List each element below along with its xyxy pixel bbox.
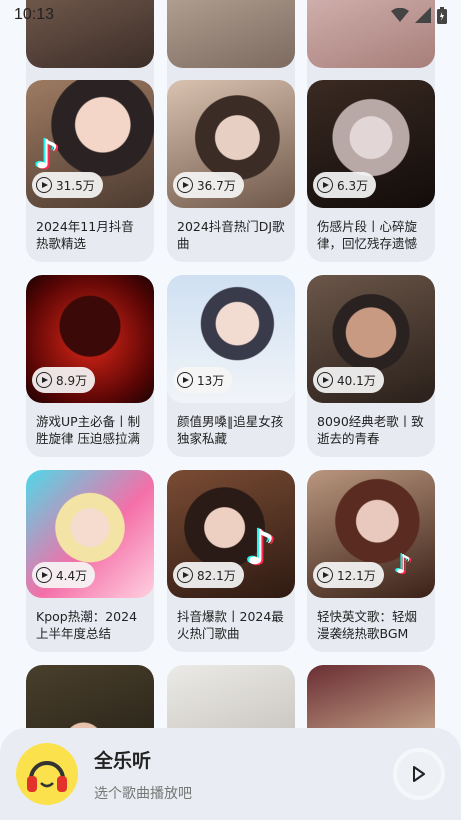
app-name: 全乐听: [94, 749, 152, 772]
playlist-card[interactable]: 4.4万 Kpop热潮：2024上半年度总结: [26, 470, 154, 652]
playlist-cover: 4.4万: [26, 470, 154, 598]
playlist-title: Kpop热潮：2024上半年度总结: [36, 609, 138, 641]
play-count-badge: 12.1万: [313, 562, 384, 588]
playlist-cover: ♪ 31.5万: [26, 80, 154, 208]
play-count: 36.7万: [197, 178, 236, 193]
playlist-title: 抖音爆款丨2024最火热门歌曲: [177, 609, 284, 641]
play-count-badge: 31.5万: [32, 172, 103, 198]
playlist-cover: 40.1万: [307, 275, 435, 403]
tiktok-logo-icon: ♪: [395, 550, 412, 580]
playlist-card[interactable]: 40.1万 8090经典老歌丨致逝去的青春: [307, 275, 435, 457]
play-icon: [317, 567, 333, 583]
play-icon: [317, 372, 333, 388]
play-icon: [36, 567, 52, 583]
play-count: 31.5万: [56, 178, 95, 193]
playlist-cover: ♪ 82.1万: [167, 470, 295, 598]
play-count: 4.4万: [56, 568, 88, 583]
status-time: 10:13: [14, 6, 55, 23]
play-count: 8.9万: [56, 373, 88, 388]
play-icon: [36, 372, 52, 388]
playlist-title: 2024年11月抖音热歌精选: [36, 219, 134, 251]
playlist-cover: 36.7万: [167, 80, 295, 208]
play-count: 13万: [197, 373, 225, 388]
playlist-cover: 6.3万: [307, 80, 435, 208]
play-count-badge: 82.1万: [173, 562, 244, 588]
wifi-icon: [391, 8, 409, 22]
play-icon: [413, 766, 425, 782]
playlist-card[interactable]: 6.3万 伤感片段丨心碎旋律，回忆残存遗憾: [307, 80, 435, 262]
playlist-cover: 8.9万: [26, 275, 154, 403]
play-icon: [177, 372, 193, 388]
mini-player[interactable]: 全乐听 选个歌曲播放吧: [0, 728, 461, 820]
playlist-cover: ♪ 12.1万: [307, 470, 435, 598]
play-count: 12.1万: [337, 568, 376, 583]
play-icon: [177, 177, 193, 193]
playlist-title: 2024抖音热门DJ歌曲: [177, 219, 285, 251]
playlist-title: 伤感片段丨心碎旋律，回忆残存遗憾: [317, 219, 418, 251]
play-count-badge: 4.4万: [32, 562, 96, 588]
playlist-title: 轻快英文歌：轻烟漫袭绕热歌BGM: [317, 609, 418, 641]
playlist-card[interactable]: 13万 颜值男嗓‖追星女孩独家私藏: [167, 275, 295, 457]
player-hint: 选个歌曲播放吧: [94, 785, 192, 802]
play-count-badge: 40.1万: [313, 367, 384, 393]
play-count-badge: 13万: [173, 367, 233, 393]
play-count: 6.3万: [337, 178, 369, 193]
playlist-grid: 港台怀旧金曲丨7080年代经典老歌 宠风指南｜邀请散入场听微风柔缓 甜蜜情歌情反…: [0, 0, 461, 820]
playlist-cover: 13万: [167, 275, 295, 403]
play-icon: [317, 177, 333, 193]
play-count: 40.1万: [337, 373, 376, 388]
headphones-icon: [27, 761, 67, 792]
play-icon: [36, 177, 52, 193]
playlist-title: 8090经典老歌丨致逝去的青春: [317, 414, 424, 446]
playlist-title: 游戏UP主必备丨制胜旋律 压迫感拉满: [36, 414, 141, 446]
play-button[interactable]: [393, 748, 445, 800]
playlist-card[interactable]: 36.7万 2024抖音热门DJ歌曲: [167, 80, 295, 262]
play-count-badge: 36.7万: [173, 172, 244, 198]
tiktok-logo-icon: ♪: [245, 520, 276, 576]
play-count: 82.1万: [197, 568, 236, 583]
playlist-card[interactable]: ♪ 12.1万 轻快英文歌：轻烟漫袭绕热歌BGM: [307, 470, 435, 652]
status-bar: 10:13: [0, 0, 461, 30]
play-count-badge: 8.9万: [32, 367, 96, 393]
playlist-card[interactable]: 8.9万 游戏UP主必备丨制胜旋律 压迫感拉满: [26, 275, 154, 457]
playlist-card[interactable]: ♪ 82.1万 抖音爆款丨2024最火热门歌曲: [167, 470, 295, 652]
signal-icon: [415, 7, 431, 23]
play-icon: [177, 567, 193, 583]
battery-icon: [437, 6, 447, 24]
play-count-badge: 6.3万: [313, 172, 377, 198]
app-logo: [16, 743, 78, 805]
playlist-title: 颜值男嗓‖追星女孩独家私藏: [177, 414, 284, 446]
playlist-card[interactable]: ♪ 31.5万 2024年11月抖音热歌精选: [26, 80, 154, 262]
